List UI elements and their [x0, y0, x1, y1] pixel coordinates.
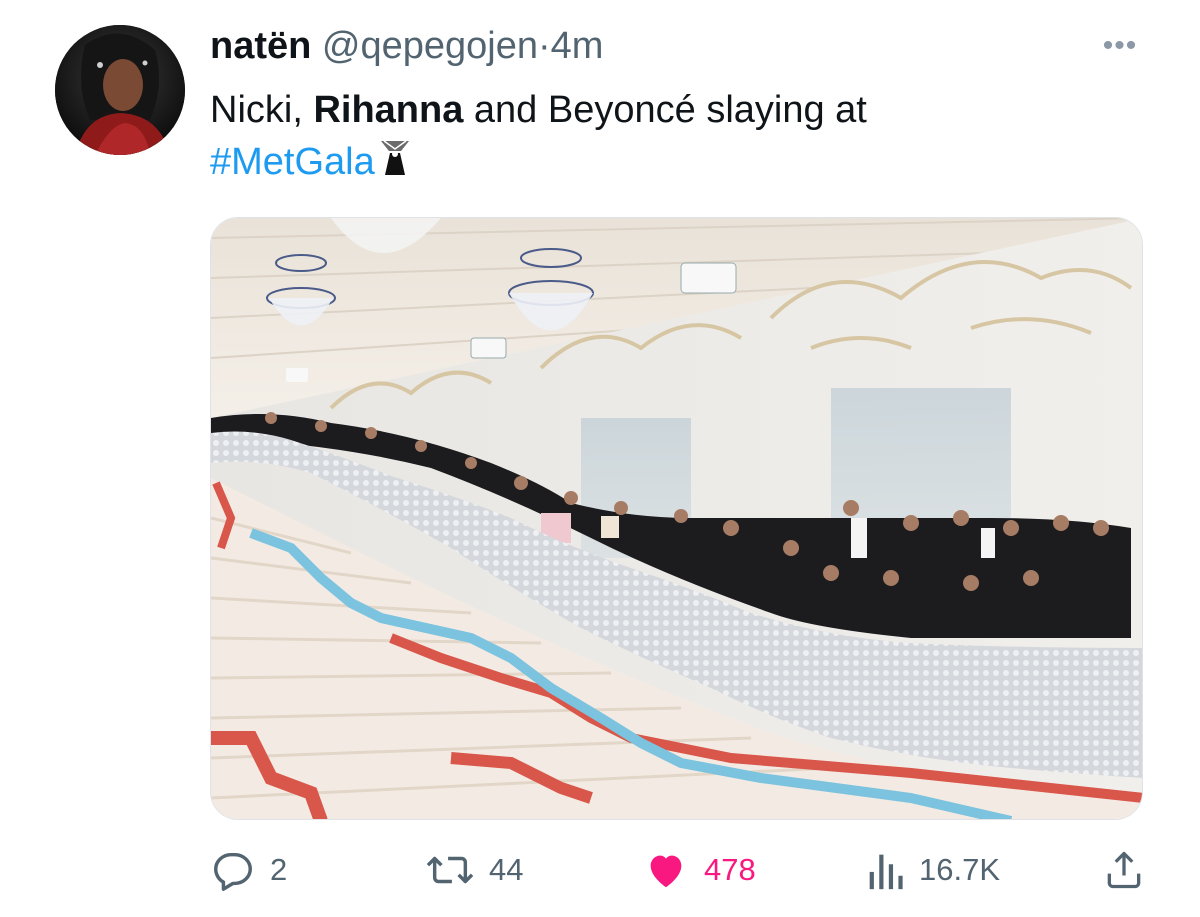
tweet-text-part1: Nicki, — [210, 89, 314, 131]
reply-count: 2 — [270, 852, 288, 887]
tweet-text: Nicki, Rihanna and Beyoncé slaying at #M… — [210, 84, 1110, 191]
met-gala-hashflag-icon — [379, 137, 411, 191]
avatar-image — [55, 25, 185, 155]
author-name[interactable]: natën — [210, 25, 311, 67]
tweet-text-bold: Rihanna — [313, 89, 464, 131]
heart-icon — [650, 855, 682, 888]
met-gala-staircase-photo — [211, 218, 1142, 819]
reply-icon — [214, 852, 252, 891]
retweet-button[interactable]: 44 — [425, 840, 523, 900]
retweet-icon — [426, 856, 474, 884]
share-button[interactable] — [1102, 840, 1146, 900]
tweet-action-bar: 2 44 478 16.7K — [210, 840, 1150, 900]
more-icon[interactable]: ••• — [1094, 24, 1146, 68]
tweet-header: natën @qepegojen·4m — [210, 22, 603, 70]
author-handle[interactable]: @qepegojen — [322, 25, 538, 67]
hashtag-link[interactable]: #MetGala — [210, 141, 375, 183]
views-count: 16.7K — [919, 852, 1001, 887]
views-button[interactable]: 16.7K — [865, 840, 1000, 900]
separator-dot: · — [538, 25, 551, 67]
retweet-count: 44 — [489, 852, 524, 887]
like-count: 478 — [704, 852, 756, 887]
like-button[interactable]: 478 — [642, 840, 756, 900]
tweet-media-image[interactable] — [210, 217, 1143, 820]
reply-button[interactable]: 2 — [210, 840, 287, 900]
timestamp[interactable]: 4m — [551, 25, 604, 67]
views-chart-icon — [869, 854, 903, 890]
avatar[interactable] — [55, 25, 185, 155]
share-icon — [1107, 851, 1141, 889]
tweet-text-part2: and Beyoncé slaying at — [463, 89, 867, 131]
